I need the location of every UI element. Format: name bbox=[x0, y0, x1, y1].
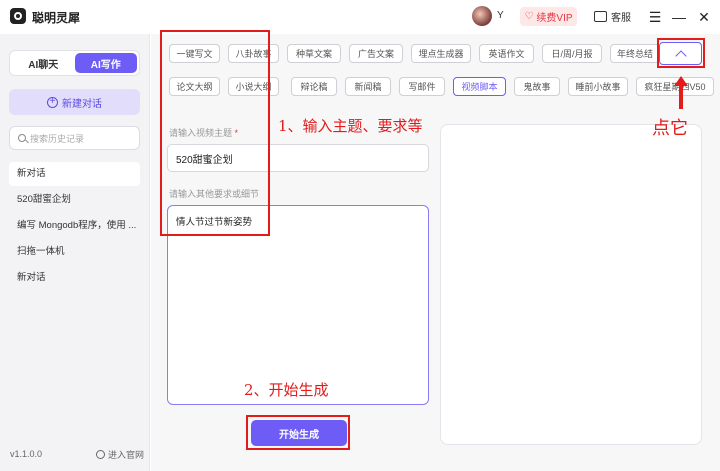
tag-item[interactable]: 种草文案 bbox=[287, 44, 341, 63]
annotation-box-generate bbox=[246, 415, 350, 450]
official-site-link[interactable]: 进入官网 bbox=[96, 448, 144, 461]
vip-label: 续费VIP bbox=[536, 13, 573, 24]
annotation-step2: 2、开始生成 bbox=[244, 381, 329, 399]
title-bar: 聪明灵犀 Y ♡ 续费VIP 客服 ☰ — ✕ bbox=[0, 0, 720, 34]
history-item[interactable]: 520甜蜜企划 bbox=[9, 188, 140, 212]
tag-item-active[interactable]: 视频脚本 bbox=[453, 77, 506, 96]
history-search-input[interactable]: 搜索历史记录 bbox=[9, 126, 140, 150]
tag-item[interactable]: 英语作文 bbox=[479, 44, 534, 63]
tag-item[interactable]: 写邮件 bbox=[399, 77, 445, 96]
history-item[interactable]: 新对话 bbox=[9, 162, 140, 186]
app-title: 聪明灵犀 bbox=[32, 11, 81, 25]
search-icon bbox=[18, 134, 26, 142]
service-label: 客服 bbox=[611, 13, 631, 24]
menu-icon[interactable]: ☰ bbox=[646, 8, 664, 26]
annotation-arrow-shaft bbox=[679, 85, 683, 109]
result-panel bbox=[440, 124, 702, 445]
close-icon[interactable]: ✕ bbox=[695, 8, 713, 26]
history-item[interactable]: 编写 Mongodb程序，使用 ... bbox=[9, 214, 140, 238]
history-list: 新对话 520甜蜜企划 编写 Mongodb程序，使用 ... 扫拖一体机 新对… bbox=[9, 162, 140, 292]
app-logo-icon bbox=[10, 8, 26, 24]
new-chat-label: 新建对话 bbox=[62, 98, 102, 110]
new-chat-button[interactable]: + 新建对话 bbox=[9, 89, 140, 115]
history-item[interactable]: 新对话 bbox=[9, 266, 140, 290]
chat-bubble-icon bbox=[594, 11, 607, 22]
tag-item[interactable]: 日/周/月报 bbox=[542, 44, 602, 63]
annotation-box-tags bbox=[160, 30, 270, 236]
vip-button[interactable]: ♡ 续费VIP bbox=[520, 7, 577, 26]
annotation-click-hint: 点它 bbox=[652, 118, 688, 139]
official-site-label: 进入官网 bbox=[108, 450, 145, 460]
search-placeholder: 搜索历史记录 bbox=[30, 133, 85, 144]
version-label: v1.1.0.0 bbox=[10, 449, 43, 459]
tag-item[interactable]: 埋点生成器 bbox=[411, 44, 471, 63]
tag-item[interactable]: 广告文案 bbox=[349, 44, 403, 63]
mode-switch: AI聊天 AI写作 bbox=[9, 50, 140, 76]
mode-tab-chat[interactable]: AI聊天 bbox=[12, 53, 75, 73]
avatar[interactable] bbox=[472, 6, 492, 26]
mode-tab-writing[interactable]: AI写作 bbox=[74, 53, 137, 73]
tag-item[interactable]: 新闻稿 bbox=[345, 77, 391, 96]
sidebar: AI聊天 AI写作 + 新建对话 搜索历史记录 新对话 520甜蜜企划 编写 M… bbox=[0, 34, 150, 471]
heart-icon: ♡ bbox=[524, 11, 534, 22]
globe-icon bbox=[96, 450, 105, 459]
history-item[interactable]: 扫拖一体机 bbox=[9, 240, 140, 264]
tag-item[interactable]: 辩论稿 bbox=[291, 77, 337, 96]
tag-item[interactable]: 年终总结 bbox=[610, 44, 660, 63]
annotation-step1: 1、输入主题、要求等 bbox=[278, 117, 423, 135]
tag-item[interactable]: 睡前小故事 bbox=[568, 77, 628, 96]
minimize-icon[interactable]: — bbox=[670, 8, 688, 26]
username[interactable]: Y bbox=[497, 10, 504, 21]
plus-icon: + bbox=[47, 96, 58, 108]
service-button[interactable]: 客服 bbox=[594, 8, 631, 25]
annotation-box-collapse bbox=[657, 38, 705, 68]
tag-item[interactable]: 鬼故事 bbox=[514, 77, 560, 96]
